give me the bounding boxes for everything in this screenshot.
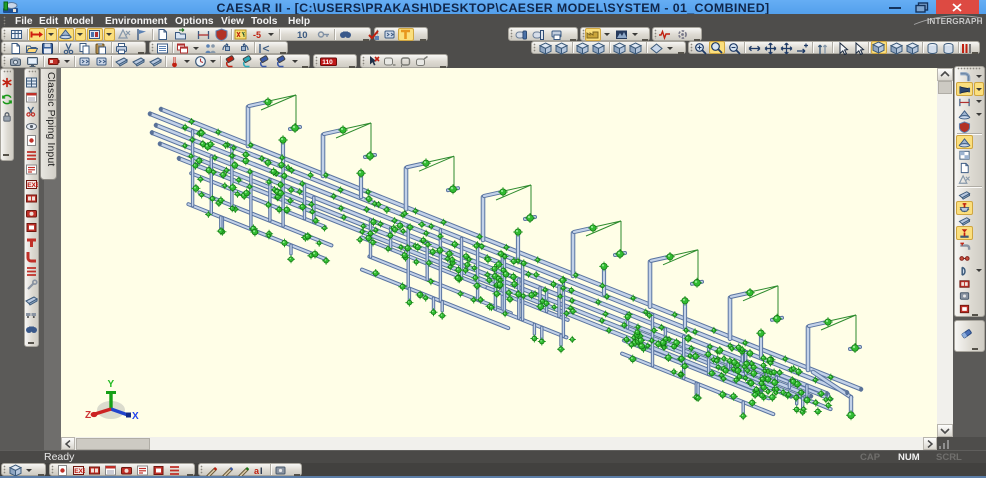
svg-text:I: I [260,466,263,476]
svg-text:X: X [132,411,139,422]
svg-text:-5: -5 [253,30,261,40]
svg-text:110: 110 [322,59,333,66]
svg-text:INTERGRAPH: INTERGRAPH [927,17,983,26]
svg-text:Z: Z [85,410,91,421]
svg-text:EXE: EXE [74,468,85,475]
svg-text:10: 10 [297,30,308,41]
svg-text:EXE: EXE [27,182,38,189]
svg-text:Y: Y [108,379,115,390]
